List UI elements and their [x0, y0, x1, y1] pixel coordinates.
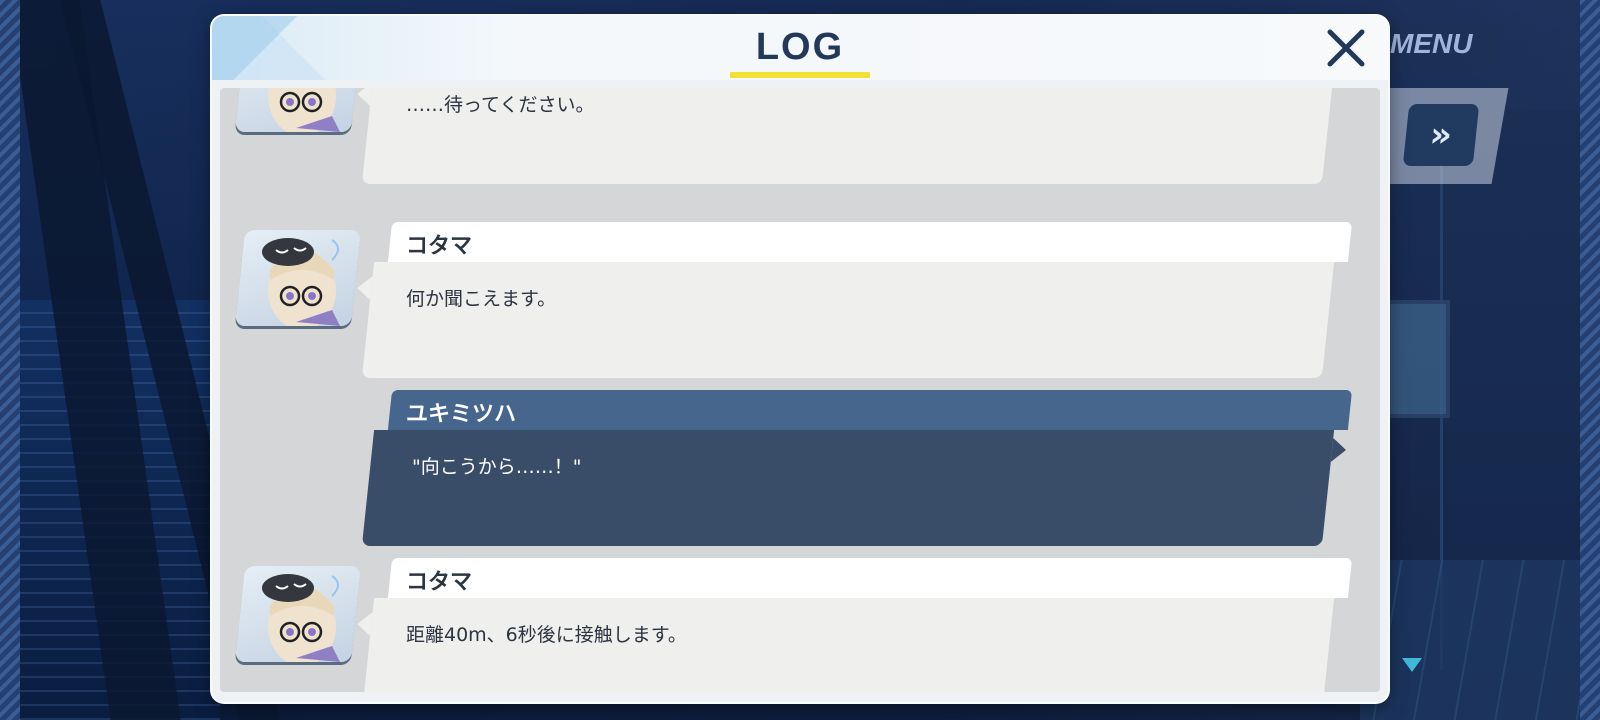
message-text: 距離40m、6秒後に接触します。 — [406, 624, 687, 646]
message-text: ……待ってください。 — [406, 94, 595, 116]
kotama-avatar — [234, 566, 362, 662]
message-text: 何か聞こえます。 — [406, 288, 557, 310]
message-bubble — [361, 262, 1335, 378]
log-entry: コタマ 距離40m、6秒後に接触します。 — [220, 558, 1380, 692]
close-button[interactable] — [1322, 24, 1370, 72]
speaker-name-bar — [387, 222, 1353, 262]
speaker-name: ユキミツハ — [406, 402, 517, 427]
kotama-avatar — [234, 230, 362, 326]
speaker-name: コタマ — [406, 570, 473, 595]
speaker-name: コタマ — [406, 234, 473, 259]
fast-forward-button[interactable]: » — [1402, 104, 1480, 166]
right-edge-stripe — [1580, 0, 1600, 720]
message-text: "向こうから……！" — [412, 456, 582, 478]
log-window: LOG ……待ってください。 コタマ 何か聞こえます。 ユキミツハ "向こうから… — [212, 16, 1388, 702]
speaker-name-bar — [387, 390, 1353, 430]
left-edge-stripe — [0, 0, 20, 720]
title-underline — [730, 72, 870, 78]
log-entry: コタマ 何か聞こえます。 — [220, 222, 1380, 384]
menu-label[interactable]: MENU — [1390, 28, 1472, 60]
log-list[interactable]: ……待ってください。 コタマ 何か聞こえます。 ユキミツハ "向こうから……！"… — [220, 88, 1380, 692]
message-bubble — [361, 430, 1335, 546]
next-page-indicator-icon — [1402, 658, 1422, 672]
log-entry: ……待ってください。 — [220, 88, 1380, 190]
background-floor — [1360, 560, 1580, 720]
log-header: LOG — [212, 16, 1388, 80]
kotama-avatar — [234, 88, 362, 132]
log-title: LOG — [755, 26, 845, 68]
speaker-name-bar — [387, 558, 1353, 598]
log-entry-player: ユキミツハ "向こうから……！" — [220, 390, 1380, 552]
close-x-icon[interactable] — [1322, 24, 1370, 72]
